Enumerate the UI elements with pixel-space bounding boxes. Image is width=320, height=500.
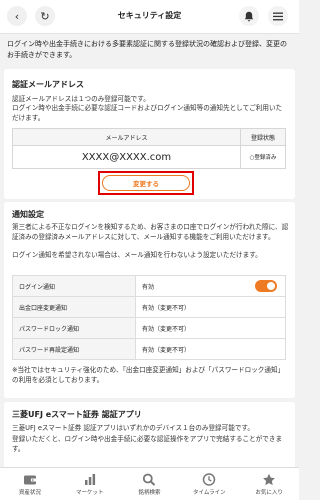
nav-label: マーケット [75,489,104,496]
bell-icon[interactable] [239,6,259,26]
email-table: メールアドレス 登録状態 XXXX@XXXX.com ○登録済み [12,128,286,169]
col-status: 登録状態 [240,128,286,146]
email-status: ○登録済み [240,145,286,169]
nav-label: タイムライン [192,489,226,496]
notify-desc-1: 第三者による不正なログインを検知するため、お客さまの口座でログインが行われた際に… [12,223,289,241]
bottom-nav: 資産状況 マーケット 銘柄検索 タイムライン お気に入り [0,467,299,500]
clock-icon [203,472,216,486]
nav-assets[interactable]: 資産状況 [0,468,60,500]
star-icon [263,473,275,485]
app-desc-1: 三菱UFJ eスマート証券 認証アプリはいずれかのデバイス１台のみ登録可能です。 [12,424,254,432]
app-section: 三菱UFJ eスマート証券 認証アプリ 三菱UFJ eスマート証券 認証アプリは… [4,402,295,472]
email-desc-2: ログイン時や出金手続に必要な認証コードおよびログイン通知等の通知先としてご利用い… [12,104,283,122]
notify-note: ※当社ではセキュリティ強化のため、「出金口座変更通知」および「パスワードロック通… [12,366,285,384]
nav-label: 資産状況 [18,489,41,496]
intro-text: ログイン時や出金手続きにおける多要素認証に関する登録状況の確認および登録、変更の… [7,40,287,59]
nav-label: お気に入り [255,489,283,496]
notify-value: 有効 [142,283,155,291]
notify-row-password-reset: パスワード再設定通知 有効（変更不可） [12,338,286,360]
nav-timeline[interactable]: タイムライン [179,468,239,500]
wallet-icon [23,475,36,484]
email-section-title: 認証メールアドレス [12,80,84,89]
nav-label: 銘柄検索 [138,489,161,496]
notify-value: 有効（変更不可） [135,317,286,339]
app-desc-2: 登録いただくと、ログイン時や出金手続に必要な認証操作をアプリで完結することができ… [12,435,283,453]
notify-section-title: 通知設定 [12,210,44,219]
app-header: ‹ ↻ セキュリティ設定 [0,0,299,34]
notify-desc-2: ログイン通知を希望されない場合は、メール通知を行わないよう設定いただけます。 [12,251,262,259]
notify-row-withdraw: 出金口座変更通知 有効（変更不可） [12,296,286,318]
notify-table: ログイン通知 有効 出金口座変更通知 有効（変更不可） パスワードロック通知 有… [12,275,286,360]
market-chart-icon [84,473,95,485]
search-icon [143,473,156,486]
notify-row-login: ログイン通知 有効 [12,275,286,297]
email-address: XXXX@XXXX.com [12,145,241,169]
col-address: メールアドレス [12,128,241,146]
email-table-row: XXXX@XXXX.com ○登録済み [12,145,286,169]
nav-search[interactable]: 銘柄検索 [120,468,180,500]
menu-icon[interactable] [268,6,288,26]
notify-label: パスワード再設定通知 [12,338,136,360]
notify-value: 有効（変更不可） [135,296,286,318]
notify-label: ログイン通知 [12,275,136,297]
notify-label: パスワードロック通知 [12,317,136,339]
nav-market[interactable]: マーケット [60,468,120,500]
notify-label: 出金口座変更通知 [12,296,136,318]
app-section-title: 三菱UFJ eスマート証券 認証アプリ [12,410,142,419]
login-notify-toggle[interactable] [255,280,277,292]
change-button[interactable]: 変更する [102,175,190,191]
email-table-header: メールアドレス 登録状態 [12,128,286,146]
notify-value: 有効（変更不可） [135,338,286,360]
nav-favorites[interactable]: お気に入り [239,468,299,500]
notify-row-password-lock: パスワードロック通知 有効（変更不可） [12,317,286,339]
